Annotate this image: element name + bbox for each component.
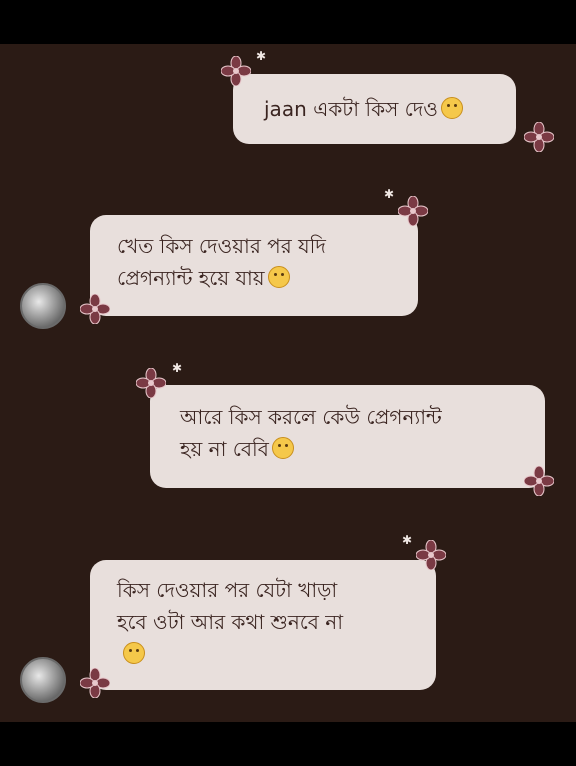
message-text-line-2: প্রেগন্যান্ট হয়ে যায় <box>117 262 418 294</box>
flower-icon <box>416 540 446 570</box>
message-bubble-sent-1[interactable]: jaan একটা কিস দেও <box>233 74 516 144</box>
contact-avatar[interactable] <box>20 657 66 703</box>
message-bubble-sent-2[interactable]: আরে কিস করলে কেউ প্রেগন্যান্ট হয় না বেব… <box>150 385 545 488</box>
bottom-letterbox <box>0 722 576 766</box>
crying-face-emoji-icon <box>271 437 294 459</box>
message-text-line-1: কিস দেওয়ার পর যেটা খাড়া <box>117 578 338 602</box>
message-bubble-received-2[interactable]: কিস দেওয়ার পর যেটা খাড়া হবে ওটা আর কথা… <box>90 560 436 690</box>
kissing-face-emoji-icon <box>441 97 463 119</box>
flower-icon <box>221 56 251 86</box>
pleading-face-emoji-icon <box>123 642 145 664</box>
message-text-line-2: হয় না বেবি <box>180 433 545 465</box>
message-bubble-received-1[interactable]: খেত কিস দেওয়ার পর যদি প্রেগন্যান্ট হয়ে… <box>90 215 418 316</box>
flower-icon <box>80 668 110 698</box>
sparkle-icon: ✱ <box>172 361 183 375</box>
sparkle-icon: ✱ <box>384 187 395 201</box>
message-text: jaan একটা কিস দেও <box>264 93 516 125</box>
sad-face-emoji-icon <box>267 266 290 288</box>
flower-icon <box>524 466 554 496</box>
message-text-line-2: হবে ওটা আর কথা শুনবে না <box>117 610 344 634</box>
message-text-line-1: আরে কিস করলে কেউ প্রেগন্যান্ট <box>180 405 442 429</box>
message-text-line-3 <box>117 638 436 670</box>
contact-avatar[interactable] <box>20 283 66 329</box>
sparkle-icon: ✱ <box>402 533 413 547</box>
top-letterbox <box>0 0 576 44</box>
message-text-line-1: খেত কিস দেওয়ার পর যদি <box>117 234 326 258</box>
flower-icon <box>136 368 166 398</box>
flower-icon <box>80 294 110 324</box>
flower-icon <box>398 196 428 226</box>
sparkle-icon: ✱ <box>256 49 267 63</box>
flower-icon <box>524 122 554 152</box>
